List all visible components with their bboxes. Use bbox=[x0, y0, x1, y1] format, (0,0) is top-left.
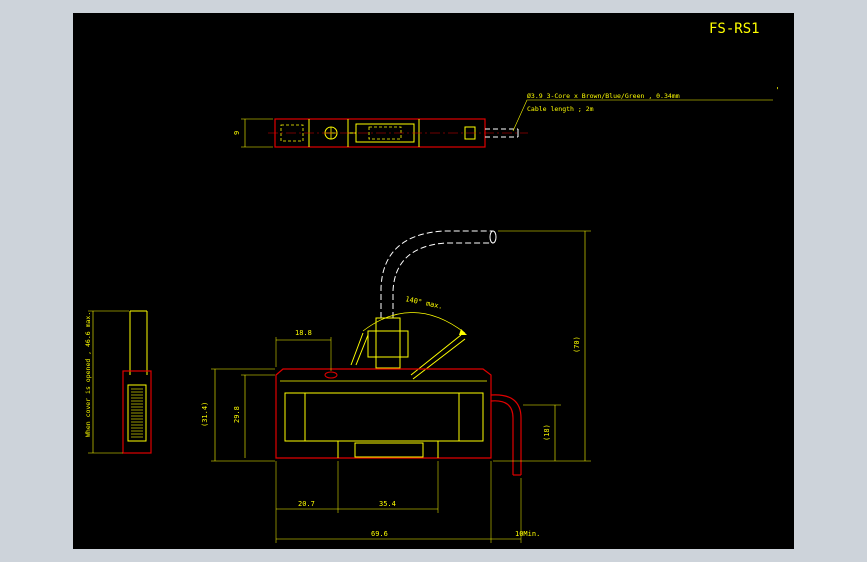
dim-total-height: (70) bbox=[573, 336, 581, 353]
dim-bend-min: 10Min. bbox=[515, 530, 540, 538]
cable-length-note: Cable length ; 2m bbox=[527, 105, 594, 113]
svg-text:': ' bbox=[775, 86, 780, 95]
cad-viewer: FS-RS1 9 Ø3.9 3-Core x Brown/Blue/Green … bbox=[0, 0, 867, 562]
cover-open-label: When cover is opened , 46.6 max. bbox=[84, 312, 92, 437]
top-height-label: 9 bbox=[233, 131, 241, 135]
top-view: 9 Ø3.9 3-Core x Brown/Blue/Green , 0.34m… bbox=[233, 86, 780, 148]
dim-bottom-mid: 35.4 bbox=[379, 500, 396, 508]
dim-cable-height: (18) bbox=[543, 424, 551, 441]
grip-ribs bbox=[131, 388, 143, 438]
dim-height-outer: (31.4) bbox=[201, 402, 209, 427]
drawing-title: FS-RS1 bbox=[709, 21, 760, 37]
dim-bottom-left: 20.7 bbox=[298, 500, 315, 508]
dim-height-inner: 29.8 bbox=[233, 406, 241, 423]
side-view: When cover is opened , 46.6 max. bbox=[84, 310, 152, 454]
cable-end bbox=[489, 230, 497, 244]
front-view: 140° max. 18.8 (31.4) 29.8 (70) (18) 20.… bbox=[201, 230, 591, 543]
angle-label: 140° max. bbox=[405, 295, 444, 311]
dim-left-offset: 18.8 bbox=[295, 329, 312, 337]
cable-spec-note: Ø3.9 3-Core x Brown/Blue/Green , 0.34mm bbox=[527, 92, 680, 100]
cad-drawing: FS-RS1 9 Ø3.9 3-Core x Brown/Blue/Green … bbox=[84, 21, 780, 543]
dim-total-width: 69.6 bbox=[371, 530, 388, 538]
drawing-canvas[interactable]: FS-RS1 9 Ø3.9 3-Core x Brown/Blue/Green … bbox=[73, 13, 794, 549]
